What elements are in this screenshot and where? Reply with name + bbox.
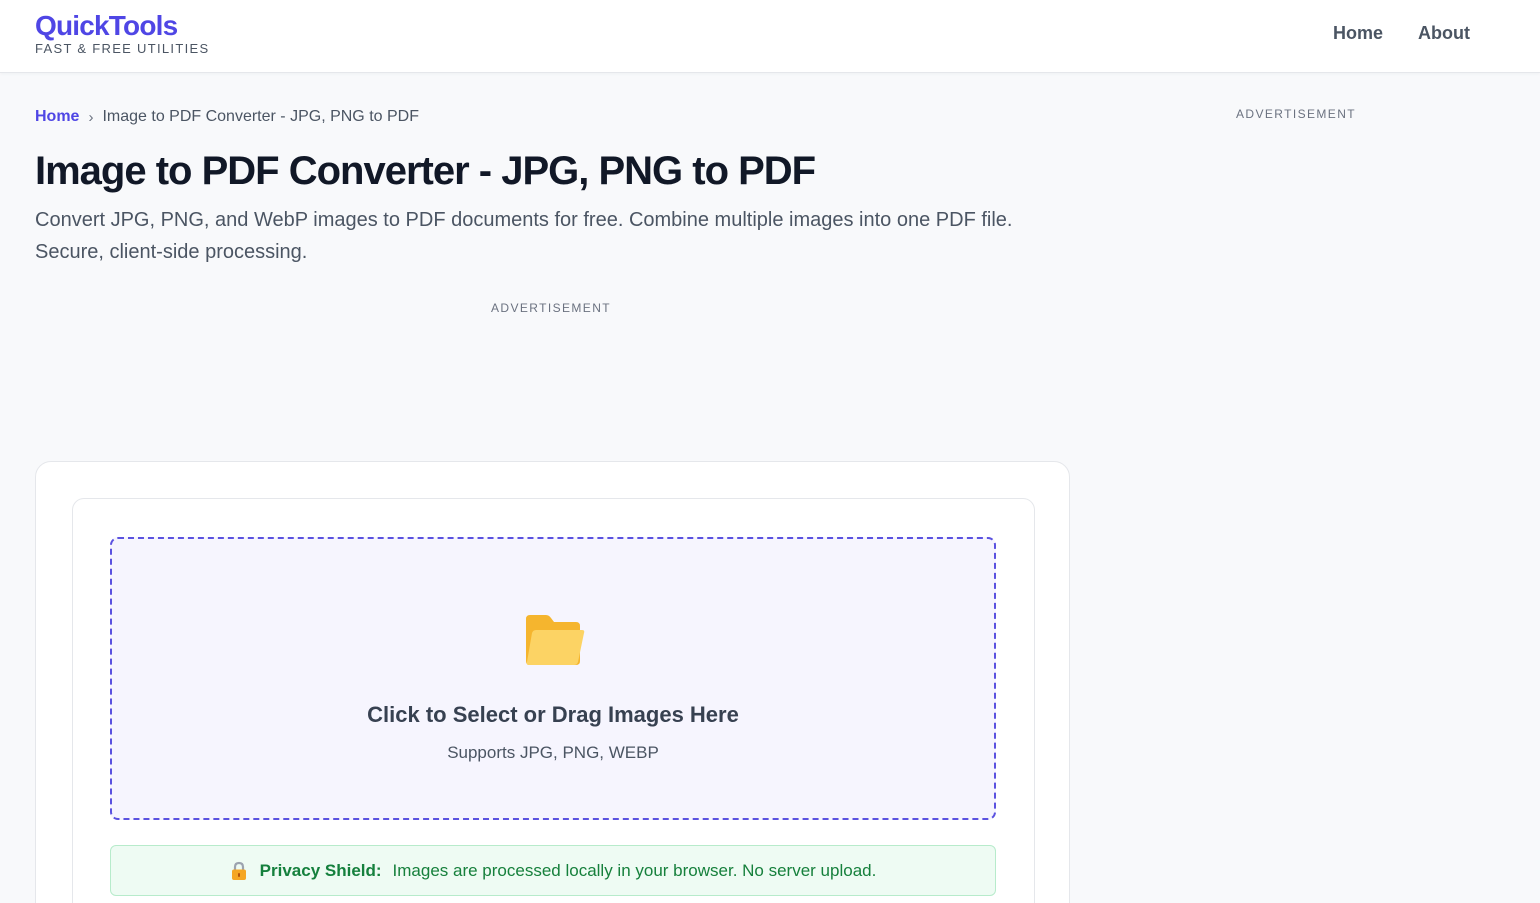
advertisement-label-main: ADVERTISEMENT (491, 301, 611, 315)
breadcrumb-home-link[interactable]: Home (35, 108, 79, 126)
logo-link[interactable]: QuickTools FAST & FREE UTILITIES (35, 10, 209, 56)
main-nav: Home About (1333, 22, 1470, 44)
nav-about-link[interactable]: About (1418, 22, 1470, 44)
privacy-shield-text: Images are processed locally in your bro… (392, 860, 877, 880)
image-dropzone[interactable]: Click to Select or Drag Images Here Supp… (110, 537, 996, 820)
breadcrumb-separator: › (88, 108, 94, 126)
privacy-shield-label: Privacy Shield: (259, 860, 382, 880)
breadcrumb-current: Image to PDF Converter - JPG, PNG to PDF (102, 108, 419, 125)
folder-icon (526, 615, 585, 665)
upload-panel: Click to Select or Drag Images Here Supp… (72, 498, 1035, 903)
page-title: Image to PDF Converter - JPG, PNG to PDF (35, 149, 816, 193)
lock-icon (231, 861, 246, 880)
site-header: QuickTools FAST & FREE UTILITIES Home Ab… (0, 0, 1540, 73)
breadcrumb: Home › Image to PDF Converter - JPG, PNG… (35, 107, 419, 127)
tool-card: Click to Select or Drag Images Here Supp… (35, 461, 1070, 903)
page-description: Convert JPG, PNG, and WebP images to PDF… (35, 209, 1013, 263)
privacy-shield-notice: Privacy Shield: Images are processed loc… (110, 845, 996, 896)
logo-tagline: FAST & FREE UTILITIES (35, 41, 210, 56)
advertisement-label-sidebar: ADVERTISEMENT (1236, 107, 1356, 121)
logo-title: QuickTools (35, 10, 178, 41)
dropzone-title: Click to Select or Drag Images Here (367, 702, 739, 727)
nav-home-link[interactable]: Home (1333, 22, 1383, 44)
dropzone-subtitle: Supports JPG, PNG, WEBP (447, 743, 659, 762)
